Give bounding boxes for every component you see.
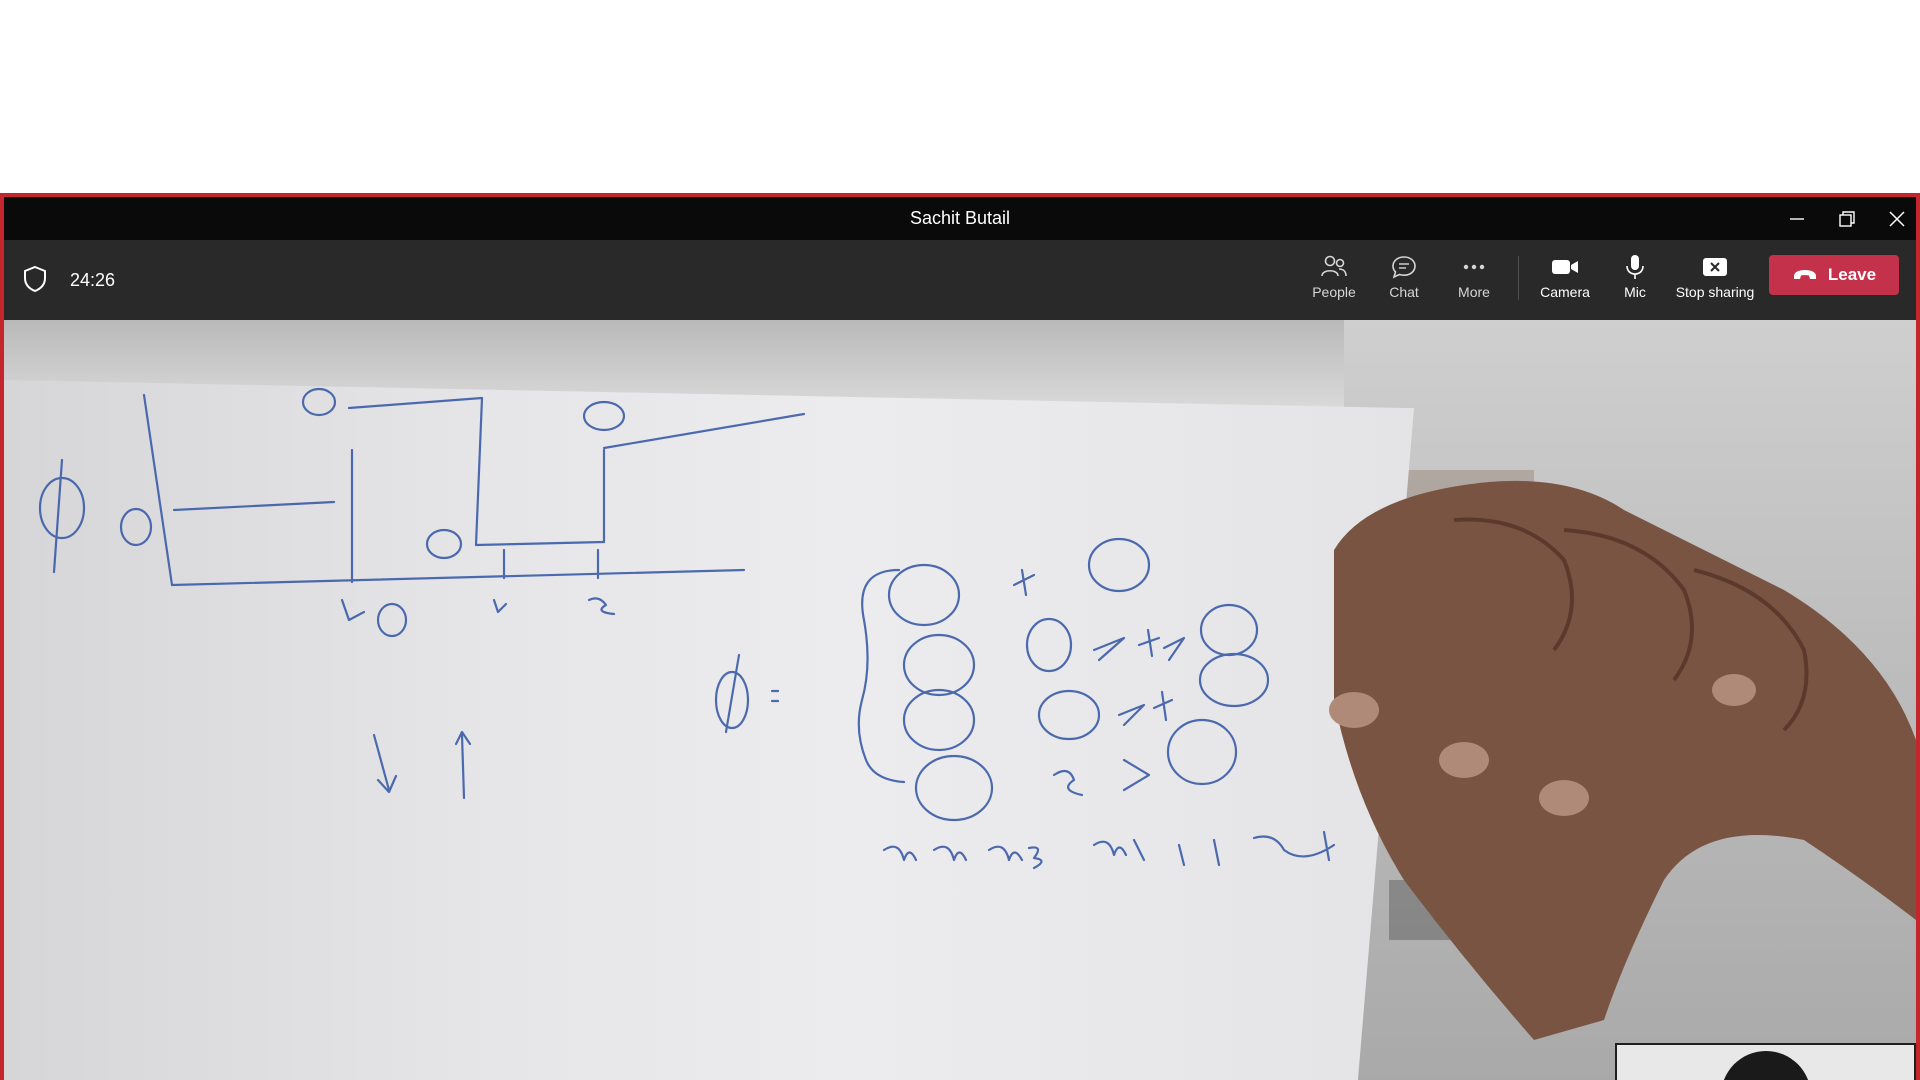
toolbar-divider: [1518, 256, 1519, 300]
camera-icon: [1550, 250, 1580, 284]
meeting-info-button[interactable]: [20, 264, 50, 294]
shield-icon: [22, 265, 48, 293]
handwritten-notes: [38, 387, 1916, 1041]
leave-button[interactable]: Leave: [1769, 255, 1899, 295]
title-bar: Sachit Butail: [4, 197, 1916, 240]
more-button[interactable]: More: [1439, 250, 1509, 310]
more-label: More: [1458, 284, 1490, 300]
minimize-icon: [1788, 210, 1806, 228]
stop-sharing-icon: [1700, 250, 1730, 284]
minimize-button[interactable]: [1772, 197, 1822, 240]
meeting-timer: 24:26: [70, 270, 116, 290]
shared-video-feed: [4, 320, 1916, 1080]
meeting-toolbar: 24:26 People Chat More Camera Mic Stop s…: [4, 240, 1916, 320]
stop-sharing-label: Stop sharing: [1675, 284, 1755, 300]
close-icon: [1888, 210, 1906, 228]
camera-button[interactable]: Camera: [1530, 250, 1600, 310]
close-button[interactable]: [1872, 197, 1916, 240]
more-icon: [1460, 250, 1488, 284]
people-icon: [1320, 250, 1348, 284]
stop-sharing-button[interactable]: Stop sharing: [1670, 250, 1760, 310]
chat-icon: [1390, 250, 1418, 284]
chat-button[interactable]: Chat: [1369, 250, 1439, 310]
meeting-window: Sachit Butail 24:26 People Chat More Cam…: [0, 193, 1920, 1080]
restore-button[interactable]: [1822, 197, 1872, 240]
mic-label: Mic: [1624, 284, 1646, 300]
self-view-video[interactable]: [1615, 1043, 1916, 1080]
restore-icon: [1838, 210, 1856, 228]
people-label: People: [1312, 284, 1356, 300]
leave-label: Leave: [1827, 265, 1877, 284]
mic-icon: [1621, 250, 1649, 284]
phone-hangup-icon: [1792, 268, 1818, 282]
self-view-person: [1721, 1051, 1811, 1080]
window-title: Sachit Butail: [909, 208, 1011, 228]
chat-label: Chat: [1389, 284, 1419, 300]
mic-button[interactable]: Mic: [1600, 250, 1670, 310]
presenter-hand: [1329, 480, 1916, 1041]
camera-label: Camera: [1540, 284, 1590, 300]
people-button[interactable]: People: [1299, 250, 1369, 310]
